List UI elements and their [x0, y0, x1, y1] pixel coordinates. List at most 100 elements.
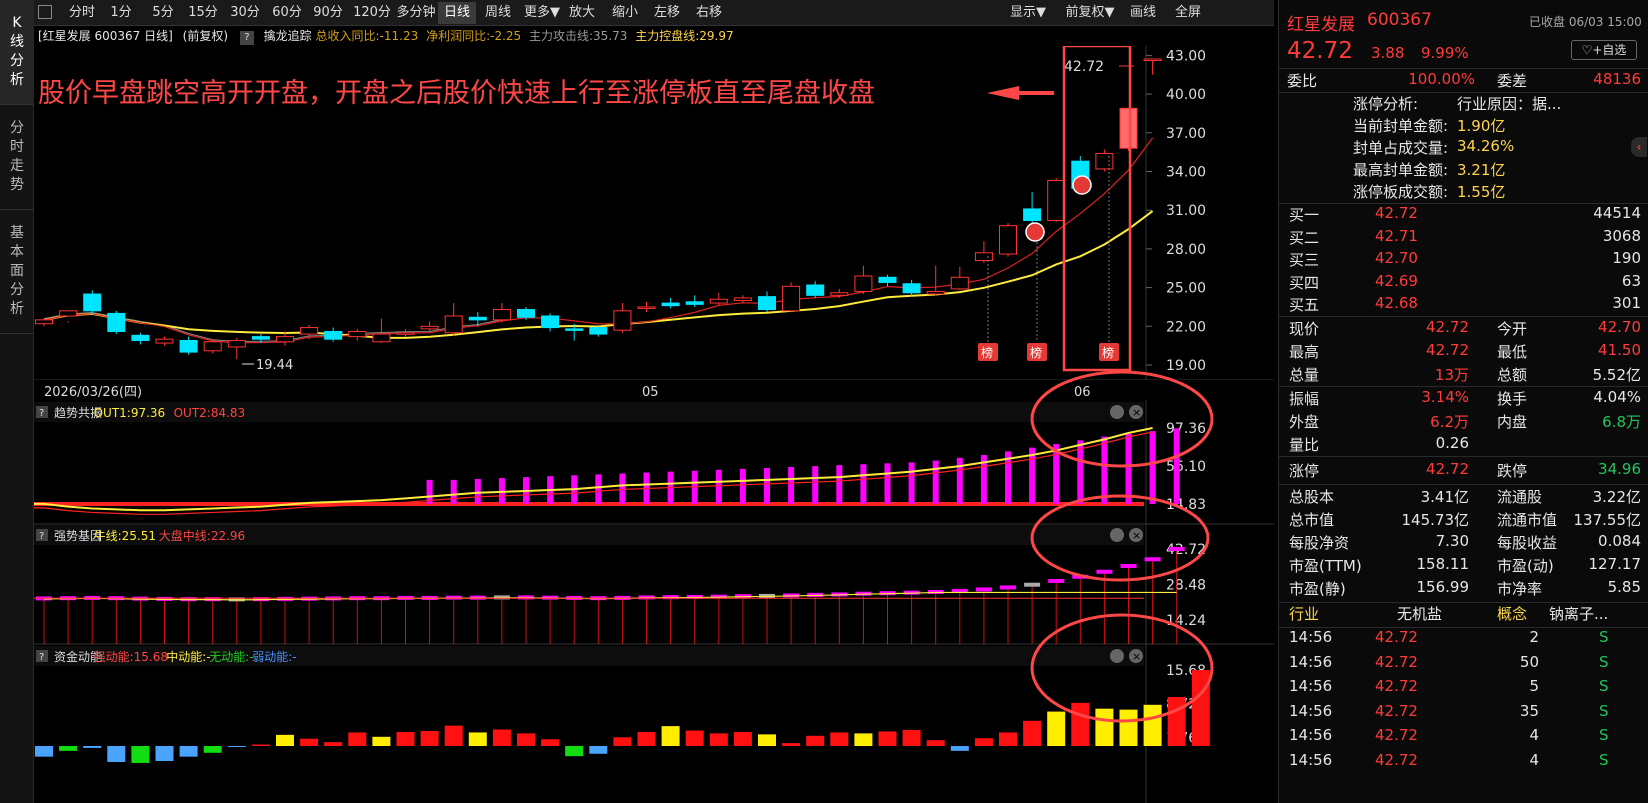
quote-label: 总量	[1289, 366, 1320, 384]
period-button-13[interactable]: 缩小	[605, 2, 645, 24]
quote-value: 42.70	[1598, 318, 1641, 336]
left-tab-label: K线分析	[10, 15, 24, 88]
trend-bar	[715, 469, 722, 504]
fund-bar	[83, 746, 102, 748]
fund-bar	[565, 746, 584, 757]
fund-bar	[517, 733, 535, 746]
fund-bar	[1191, 670, 1210, 746]
candle-body	[107, 312, 126, 332]
quote-value: 5.52亿	[1592, 366, 1641, 384]
period-button-11[interactable]: 更多▼	[521, 2, 563, 24]
period-button-9[interactable]: 日线	[438, 2, 476, 24]
tick-volume: 35	[1519, 701, 1539, 720]
bid-price: 42.70	[1375, 249, 1418, 267]
trend-bar	[956, 457, 963, 504]
period-button-2[interactable]: 5分	[144, 2, 182, 24]
bid-level-label: 买四	[1289, 273, 1320, 292]
toolbar-right-2[interactable]: 画线	[1124, 2, 1162, 24]
left-tab-0[interactable]: K线分析	[0, 0, 34, 105]
left-tab-label: 基本面分析	[10, 225, 24, 317]
candle-body	[420, 325, 439, 330]
trend-axis-label: 97.36	[1166, 421, 1206, 437]
period-button-14[interactable]: 左移	[646, 2, 688, 24]
period-button-3[interactable]: 15分	[184, 2, 222, 24]
period-button-1[interactable]: 1分	[102, 2, 140, 24]
bid-price: 42.68	[1375, 294, 1418, 312]
candle-body	[203, 341, 222, 352]
period-button-12[interactable]: 放大	[562, 2, 602, 24]
candle-body	[661, 302, 680, 307]
gene-bar-cap	[1000, 585, 1016, 590]
tick-time: 14:56	[1289, 701, 1333, 720]
period-button-7[interactable]: 120分	[351, 2, 393, 24]
chart-svg[interactable]: 43.00 40.00 37.00 34.00 31.00 28.00 25.00 22.00…	[34, 46, 1274, 803]
collapse-arrow-icon[interactable]: ‹	[1631, 137, 1647, 157]
fund-bar	[107, 746, 126, 762]
candle-body	[733, 297, 752, 301]
fund-bar	[276, 734, 294, 746]
toolbar-right-3[interactable]: 全屏	[1168, 2, 1208, 24]
adjust-mode: (前复权)	[182, 29, 229, 43]
tick-side: S	[1599, 701, 1609, 720]
bid-volume: 3068	[1602, 226, 1641, 245]
add-watchlist-button[interactable]: ♡+自选	[1571, 40, 1637, 60]
fund-bar	[613, 737, 632, 746]
quote-label: 现价	[1289, 320, 1320, 338]
main-attack-line: 主力攻击线:35.73	[529, 29, 628, 43]
toolbar-icon[interactable]	[38, 5, 52, 19]
gene-bar-cap	[1024, 582, 1041, 587]
candle-body	[155, 338, 174, 344]
quote-value: 41.50	[1598, 341, 1641, 359]
gear-icon	[1110, 405, 1124, 419]
bid-price: 42.72	[1375, 204, 1418, 222]
limit-analysis-value: 34.26%	[1457, 137, 1515, 155]
period-button-10[interactable]: 周线	[478, 2, 518, 24]
close-icon-glyph: ×	[1132, 650, 1141, 663]
trend-bar	[932, 460, 939, 504]
fund-bar	[227, 746, 246, 747]
quote-label: 振幅	[1289, 390, 1320, 408]
diff-value: 48136	[1593, 70, 1641, 88]
left-tab-2[interactable]: 基本面分析	[0, 210, 34, 334]
left-tab-1[interactable]: 分时走势	[0, 105, 34, 210]
close-icon-glyph: ×	[1132, 406, 1141, 419]
period-toolbar: 分时 1分 5分 15分 30分 60分 90分 120分 多分钟 日线 周线 更多▼ 放大 缩小 左移 右移…	[34, 0, 1274, 26]
indicator-name[interactable]: 擒龙追踪	[264, 29, 312, 43]
period-button-4[interactable]: 30分	[226, 2, 264, 24]
quote-label: 最高	[1289, 343, 1320, 361]
fund-bar	[926, 740, 945, 746]
tick-price: 42.72	[1375, 628, 1418, 646]
candle-body	[372, 333, 391, 343]
stock-code: 600367	[1367, 10, 1432, 30]
period-button-8[interactable]: 多分钟	[395, 2, 437, 24]
limit-analysis-value: 1.55亿	[1457, 183, 1506, 201]
tick-price: 42.72	[1375, 726, 1418, 744]
chart-area[interactable]: 43.00 40.00 37.00 34.00 31.00 28.00 25.00 22.00…	[34, 46, 1274, 803]
fund-bar	[1119, 709, 1138, 746]
concept-label: 概念	[1497, 605, 1528, 623]
gear-icon	[1110, 528, 1124, 542]
fund-bar	[806, 735, 825, 746]
period-button-15[interactable]: 右移	[688, 2, 730, 24]
candle-body	[1119, 107, 1138, 149]
left-tab-bar: K线分析分时走势基本面分析	[0, 0, 34, 803]
candle-body	[227, 339, 246, 348]
ratio-value: 100.00%	[1408, 70, 1475, 88]
toolbar-right-1[interactable]: 前复权▼	[1061, 2, 1119, 24]
fundamental-label: 市净率	[1497, 580, 1543, 598]
toolbar-right-0[interactable]: 显示▼	[1002, 2, 1054, 24]
fund-bar	[1143, 704, 1162, 746]
period-button-6[interactable]: 90分	[308, 2, 348, 24]
help-icon-glyph: ?	[39, 408, 44, 419]
fundamental-value: 127.17	[1588, 555, 1642, 573]
market-status: 已收盘 06/03 15:00	[1529, 15, 1642, 29]
tick-price: 42.72	[1375, 677, 1418, 695]
period-button-0[interactable]: 分时	[64, 2, 100, 24]
candle-body	[1047, 180, 1066, 222]
fund-bar	[468, 732, 487, 746]
candle-body	[492, 309, 511, 321]
help-icon[interactable]: ?	[239, 31, 254, 45]
chart-bg	[34, 46, 1274, 803]
tick-volume: 2	[1529, 628, 1539, 646]
period-button-5[interactable]: 60分	[267, 2, 307, 24]
